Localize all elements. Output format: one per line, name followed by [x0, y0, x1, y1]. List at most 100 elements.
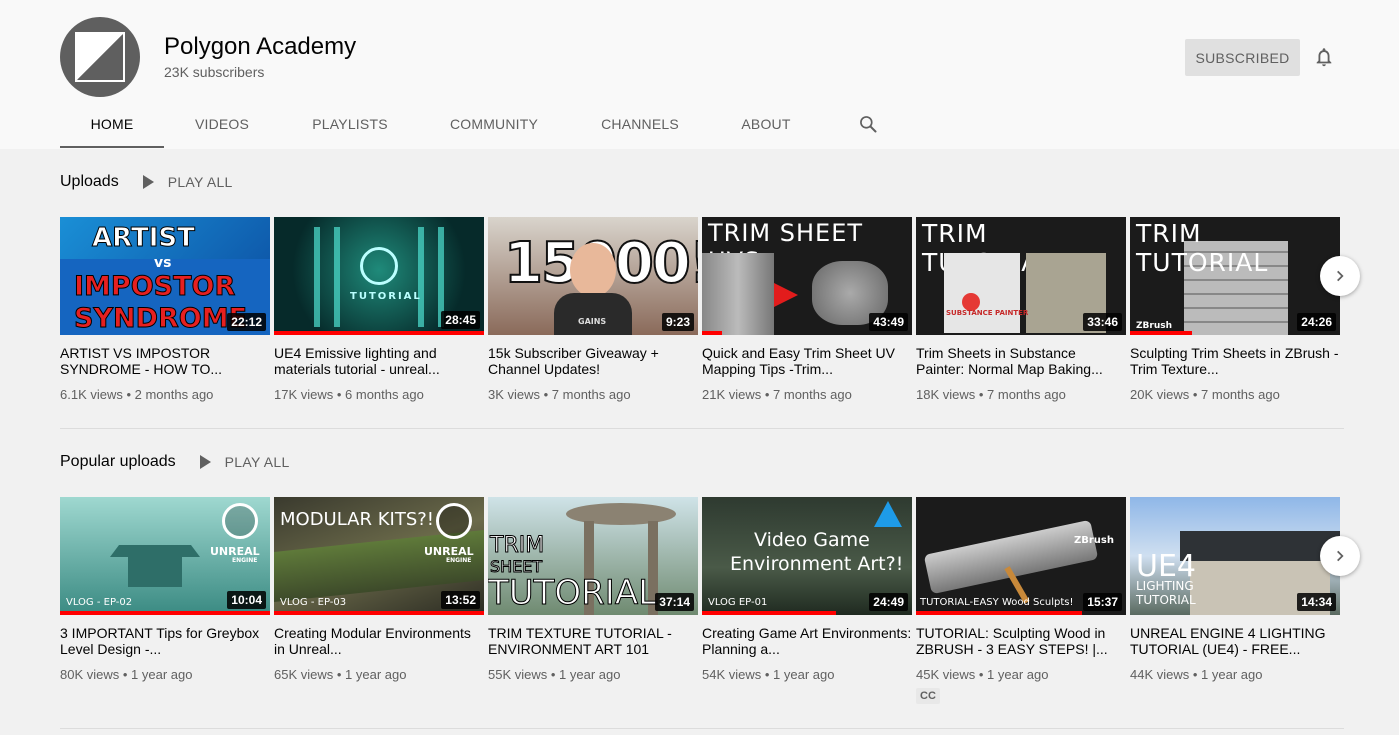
video-card[interactable]: TRIM TUTORIAL ZBrush 24:26 Sculpting Tri…: [1130, 217, 1340, 402]
play-all-button[interactable]: PLAY ALL: [199, 454, 290, 470]
search-icon[interactable]: [858, 114, 878, 134]
play-all-button[interactable]: PLAY ALL: [142, 174, 233, 190]
thumbnail-text: TUTORIAL: [1136, 593, 1196, 607]
thumbnail-text: TUTORIAL-EASY Wood Sculpts!: [920, 597, 1074, 608]
video-thumbnail[interactable]: TRIM SHEET TUTORIAL 37:14: [488, 497, 698, 615]
shelf-header-popular: Popular uploads PLAY ALL: [60, 450, 290, 474]
video-duration: 15:37: [1083, 593, 1122, 611]
thumbnail-text: TUTORIAL: [488, 573, 658, 614]
video-title[interactable]: 3 IMPORTANT Tips for Greybox Level Desig…: [60, 625, 270, 657]
chevron-right-icon[interactable]: [1320, 256, 1360, 296]
video-duration: 9:23: [661, 313, 694, 331]
shelf-title[interactable]: Uploads: [60, 173, 119, 191]
video-thumbnail[interactable]: TRIM TUTORIAL SUBSTANCE PAINTER 33:46: [916, 217, 1126, 335]
thumbnail-text: VLOG - EP-03: [280, 597, 347, 608]
play-icon: [142, 175, 154, 189]
video-title[interactable]: TUTORIAL: Sculpting Wood in ZBRUSH - 3 E…: [916, 625, 1126, 657]
thumbnail-text: TUTORIAL: [350, 291, 422, 302]
video-title[interactable]: Creating Game Art Environments: Planning…: [702, 625, 912, 657]
video-thumbnail[interactable]: UNREAL ENGINE VLOG - EP-02 10:04: [60, 497, 270, 615]
video-title[interactable]: Trim Sheets in Substance Painter: Normal…: [916, 345, 1126, 377]
thumbnail-text: TRIM: [489, 533, 545, 559]
video-thumbnail[interactable]: TRIM SHEET UVS 43:49: [702, 217, 912, 335]
thumbnail-text: TRIM TUTORIAL: [1136, 219, 1269, 277]
tab-videos[interactable]: VIDEOS: [180, 100, 264, 148]
subscriber-count: 23K subscribers: [164, 64, 265, 80]
thumbnail-text: SUBSTANCE PAINTER: [946, 309, 1029, 317]
video-thumbnail[interactable]: Video Game Environment Art?! VLOG EP-01 …: [702, 497, 912, 615]
video-meta: 3K views • 7 months ago: [488, 387, 631, 402]
channel-avatar[interactable]: [60, 17, 140, 97]
shelf-title[interactable]: Popular uploads: [60, 453, 176, 471]
play-all-label: PLAY ALL: [167, 174, 233, 190]
video-thumbnail[interactable]: 15000! GAINS 9:23: [488, 217, 698, 335]
play-all-label: PLAY ALL: [224, 454, 290, 470]
thumbnail-text: ZBrush: [1074, 535, 1114, 546]
video-title[interactable]: ARTIST VS IMPOSTOR SYNDROME - HOW TO...: [60, 345, 270, 377]
video-meta: 17K views • 6 months ago: [274, 387, 424, 402]
video-meta: 65K views • 1 year ago: [274, 667, 407, 682]
thumbnail-text: VLOG EP-01: [708, 597, 768, 608]
video-thumbnail[interactable]: TRIM TUTORIAL ZBrush 24:26: [1130, 217, 1340, 335]
video-card[interactable]: UNREAL ENGINE VLOG - EP-02 10:04 3 IMPOR…: [60, 497, 270, 682]
thumbnail-text: VLOG - EP-02: [66, 597, 133, 608]
shelf-divider: [60, 728, 1344, 729]
thumbnail-text: LIGHTING: [1136, 579, 1194, 593]
video-meta: 21K views • 7 months ago: [702, 387, 852, 402]
bell-icon[interactable]: [1313, 46, 1335, 68]
tab-playlists[interactable]: PLAYLISTS: [300, 100, 400, 148]
channel-header: Polygon Academy 23K subscribers SUBSCRIB…: [0, 0, 1399, 149]
video-card[interactable]: ARTIST vs IMPOSTOR SYNDROME 22:12 ARTIST…: [60, 217, 270, 402]
thumbnail-text: ARTIST: [92, 223, 196, 254]
thumbnail-text: ZBrush: [1136, 321, 1172, 331]
thumbnail-text: MODULAR KITS?!: [280, 509, 435, 530]
shelf-header-uploads: Uploads PLAY ALL: [60, 170, 233, 194]
video-meta: 20K views • 7 months ago: [1130, 387, 1280, 402]
video-title[interactable]: Sculpting Trim Sheets in ZBrush - Trim T…: [1130, 345, 1340, 377]
video-title[interactable]: TRIM TEXTURE TUTORIAL - ENVIRONMENT ART …: [488, 625, 698, 657]
video-meta: 18K views • 7 months ago: [916, 387, 1066, 402]
video-duration: 24:49: [869, 593, 908, 611]
video-title[interactable]: UE4 Emissive lighting and materials tuto…: [274, 345, 484, 377]
video-card[interactable]: Video Game Environment Art?! VLOG EP-01 …: [702, 497, 912, 682]
video-duration: 10:04: [227, 591, 266, 609]
video-thumbnail[interactable]: ARTIST vs IMPOSTOR SYNDROME 22:12: [60, 217, 270, 335]
watch-progress: [702, 611, 836, 615]
video-card[interactable]: TRIM SHEET TUTORIAL 37:14 TRIM TEXTURE T…: [488, 497, 698, 682]
video-title[interactable]: 15k Subscriber Giveaway + Channel Update…: [488, 345, 698, 377]
video-card[interactable]: ZBrush TUTORIAL-EASY Wood Sculpts! 15:37…: [916, 497, 1126, 704]
video-duration: 22:12: [227, 313, 266, 331]
play-icon: [199, 455, 211, 469]
video-title[interactable]: Quick and Easy Trim Sheet UV Mapping Tip…: [702, 345, 912, 377]
tab-about[interactable]: ABOUT: [730, 100, 802, 148]
thumbnail-text: GAINS: [578, 317, 607, 326]
watch-progress: [702, 331, 722, 335]
tab-home[interactable]: HOME: [60, 100, 164, 148]
video-thumbnail[interactable]: UE4 LIGHTING TUTORIAL 14:34: [1130, 497, 1340, 615]
video-meta: 44K views • 1 year ago: [1130, 667, 1263, 682]
video-card[interactable]: TRIM SHEET UVS 43:49 Quick and Easy Trim…: [702, 217, 912, 402]
video-thumbnail[interactable]: TUTORIAL 28:45: [274, 217, 484, 335]
video-card[interactable]: 15000! GAINS 9:23 15k Subscriber Giveawa…: [488, 217, 698, 402]
video-meta: 55K views • 1 year ago: [488, 667, 621, 682]
cc-badge: CC: [916, 688, 940, 704]
video-meta: 6.1K views • 2 months ago: [60, 387, 214, 402]
chevron-right-icon[interactable]: [1320, 536, 1360, 576]
video-card[interactable]: UE4 LIGHTING TUTORIAL 14:34 UNREAL ENGIN…: [1130, 497, 1340, 682]
video-title[interactable]: UNREAL ENGINE 4 LIGHTING TUTORIAL (UE4) …: [1130, 625, 1340, 657]
video-title[interactable]: Creating Modular Environments in Unreal.…: [274, 625, 484, 657]
tab-channels[interactable]: CHANNELS: [590, 100, 690, 148]
subscribed-button[interactable]: SUBSCRIBED: [1185, 39, 1300, 76]
watch-progress: [60, 611, 270, 615]
video-card[interactable]: TUTORIAL 28:45 UE4 Emissive lighting and…: [274, 217, 484, 402]
shelf-divider: [60, 428, 1344, 429]
tab-community[interactable]: COMMUNITY: [440, 100, 548, 148]
video-thumbnail[interactable]: MODULAR KITS?! UNREAL ENGINE VLOG - EP-0…: [274, 497, 484, 615]
video-meta: 54K views • 1 year ago: [702, 667, 835, 682]
video-thumbnail[interactable]: ZBrush TUTORIAL-EASY Wood Sculpts! 15:37: [916, 497, 1126, 615]
video-duration: 13:52: [441, 591, 480, 609]
video-card[interactable]: MODULAR KITS?! UNREAL ENGINE VLOG - EP-0…: [274, 497, 484, 682]
video-card[interactable]: TRIM TUTORIAL SUBSTANCE PAINTER 33:46 Tr…: [916, 217, 1126, 402]
thumbnail-text: IMPOSTOR: [73, 271, 236, 303]
thumbnail-text: Environment Art?!: [730, 553, 904, 575]
